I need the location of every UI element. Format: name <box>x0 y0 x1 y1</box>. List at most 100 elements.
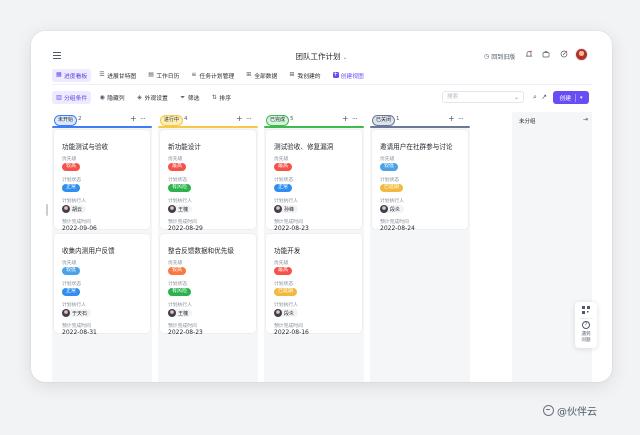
tab-gantt[interactable]: ☰ 进展甘特图 <box>95 69 140 82</box>
divider <box>579 318 593 319</box>
column-status-tag[interactable]: 已关闭 <box>372 115 396 126</box>
clock-icon: ◷ <box>484 53 490 60</box>
due-date: 2022-08-23 <box>168 329 203 336</box>
sort-button[interactable]: ⇅ 排序 <box>207 91 235 104</box>
kanban-icon: ▦ <box>56 71 62 78</box>
tab-task-plan[interactable]: ≡ 任务计划管理 <box>187 69 238 82</box>
search-input[interactable]: 搜索 ⌄ <box>442 91 524 103</box>
more-icon[interactable]: ··· <box>458 115 464 123</box>
back-to-old-version-button[interactable]: ◷ 回到旧版 <box>484 52 515 61</box>
assignee-chip[interactable]: 于天石 <box>62 309 92 317</box>
tab-calendar[interactable]: ▤ 工作日历 <box>144 69 183 82</box>
plan-status-label: 计划状态 <box>62 178 82 183</box>
collapse-icon[interactable]: ⇥ <box>583 116 588 123</box>
assignee-chip[interactable]: 王槐 <box>168 309 193 317</box>
card-title: 整合反馈数据和优先级 <box>168 247 234 255</box>
add-card-icon[interactable]: + <box>342 115 349 123</box>
hide-columns-button[interactable]: ◉ 隐藏列 <box>95 91 128 104</box>
more-icon[interactable]: ··· <box>352 115 358 123</box>
priority-badge: 较低 <box>380 163 399 171</box>
add-card-icon[interactable]: + <box>236 115 243 123</box>
task-card[interactable]: 功能测试与验收 优先级 较高 计划状态 正常 计划执行人 胡云 预计完成时间 2022-09-0… <box>54 130 150 232</box>
kanban-column: 已完成 5 + ··· 测试验收、修复漏洞 优先级 最高 计划状态 正常 计划执行人 孙峰 预计完成时… <box>264 112 364 382</box>
add-card-icon[interactable]: + <box>130 115 137 123</box>
tab-my-created[interactable]: ⊞ 我创建的 <box>285 69 324 82</box>
briefcase-icon[interactable] <box>541 50 550 59</box>
tab-all-data[interactable]: ⊞ 全部数据 <box>242 69 281 82</box>
plan-status-badge: 有风险 <box>168 288 192 296</box>
due-date-label: 预计完成时间 <box>274 324 303 329</box>
card-title: 邀请用户在社群参与讨论 <box>380 143 453 151</box>
logo-icon <box>543 405 554 416</box>
group-by-button[interactable]: ▥ 分组条件 <box>52 91 92 104</box>
qr-code-icon[interactable] <box>582 306 590 314</box>
search-icon[interactable]: ⌕ <box>531 93 539 101</box>
priority-badge: 最高 <box>168 163 187 171</box>
assignee-chip[interactable]: 王槐 <box>168 205 193 213</box>
assignee-name: 段炎 <box>390 206 401 213</box>
kanban-column: 进行中 4 + ··· 新功能设计 优先级 最高 计划状态 有风险 计划执行人 王槐 预计完成时间 20… <box>158 112 258 382</box>
assignee-chip[interactable]: 段炎 <box>380 205 405 213</box>
palette-icon: ◈ <box>137 94 142 101</box>
task-card[interactable]: 整合反馈数据和优先级 优先级 较高 计划状态 有风险 计划执行人 王槐 预计完成时间 2022-… <box>160 234 256 336</box>
due-date: 2022-08-29 <box>168 225 203 232</box>
column-body: 功能测试与验收 优先级 较高 计划状态 正常 计划执行人 胡云 预计完成时间 2022-09-0… <box>52 128 152 382</box>
assignee-name: 胡云 <box>72 206 83 213</box>
plan-status-badge: 正常 <box>274 184 293 192</box>
bell-icon[interactable] <box>524 50 533 59</box>
column-status-tag[interactable]: 进行中 <box>160 115 184 126</box>
assignee-label: 计划执行人 <box>380 199 404 204</box>
assignee-name: 王槐 <box>178 310 189 317</box>
user-avatar[interactable] <box>575 48 588 61</box>
task-card[interactable]: 新功能设计 优先级 最高 计划状态 有风险 计划执行人 王槐 预计完成时间 2022-08-29 <box>160 130 256 232</box>
plan-status-label: 计划状态 <box>168 282 188 287</box>
priority-label: 优先级 <box>380 157 395 162</box>
column-status-tag[interactable]: 未开始 <box>54 115 78 126</box>
assignee-chip[interactable]: 胡云 <box>62 205 87 213</box>
help-widget[interactable]: ? 遇到 问题 <box>575 302 597 348</box>
column-count: 5 <box>290 116 294 122</box>
priority-label: 优先级 <box>62 157 77 162</box>
assignee-label: 计划执行人 <box>62 199 86 204</box>
top-bar: 团队工作计划 ⌄ ◷ 回到旧版 <box>31 31 612 65</box>
column-status-tag[interactable]: 已完成 <box>266 115 290 126</box>
app-window: 团队工作计划 ⌄ ◷ 回到旧版 ▦ 进度看板 ☰ 进展甘特图 ▤ 工作日历 ≡ 任务计划管… <box>31 31 612 382</box>
tab-kanban[interactable]: ▦ 进度看板 <box>52 68 92 82</box>
card-title: 测试验收、修复漏洞 <box>274 143 334 151</box>
due-date-label: 预计完成时间 <box>274 220 303 225</box>
priority-badge: 较低 <box>62 267 81 275</box>
share-icon[interactable]: ↗ <box>540 93 548 101</box>
create-view-button[interactable]: + 创建视图 <box>329 69 368 82</box>
due-date-label: 预计完成时间 <box>62 220 91 225</box>
appearance-button[interactable]: ◈ 外观设置 <box>133 91 172 104</box>
more-icon[interactable]: ··· <box>246 115 252 123</box>
task-card[interactable]: 邀请用户在社群参与讨论 优先级 较低 计划状态 已延期 计划执行人 段炎 预计完成时间 2022… <box>372 130 468 232</box>
divider <box>52 84 592 85</box>
filter-button[interactable]: ⏷ 筛选 <box>176 91 204 104</box>
task-card[interactable]: 测试验收、修复漏洞 优先级 最高 计划状态 正常 计划执行人 孙峰 预计完成时间 2022-08… <box>266 130 362 232</box>
avatar <box>62 309 70 317</box>
create-button[interactable]: 创建 ▾ <box>553 91 589 104</box>
plus-icon: + <box>332 71 339 78</box>
plan-status-label: 计划状态 <box>274 178 294 183</box>
kanban-column: 已关闭 1 + ··· 邀请用户在社群参与讨论 优先级 较低 计划状态 已延期 计划执行人 段炎 预计… <box>370 112 470 382</box>
task-card[interactable]: 收集内测用户反馈 优先级 较低 计划状态 正常 计划执行人 于天石 预计完成时间 2022-08… <box>54 234 150 336</box>
due-date: 2022-08-16 <box>274 329 309 336</box>
task-card[interactable]: 功能开发 优先级 最高 计划状态 已延期 计划执行人 段炎 预计完成时间 2022-08-16 <box>266 234 362 336</box>
list-icon: ≡ <box>191 71 197 78</box>
grid-icon: ⊞ <box>246 71 252 78</box>
more-icon[interactable]: ··· <box>140 115 146 123</box>
assignee-label: 计划执行人 <box>274 199 298 204</box>
assignee-chip[interactable]: 段炎 <box>274 309 299 317</box>
edit-icon[interactable] <box>559 50 568 59</box>
priority-badge: 最高 <box>274 267 293 275</box>
assignee-chip[interactable]: 孙峰 <box>274 205 299 213</box>
group-icon: ▥ <box>56 94 62 101</box>
due-date-label: 预计完成时间 <box>380 220 409 225</box>
add-card-icon[interactable]: + <box>448 115 455 123</box>
page-title-text: 团队工作计划 <box>295 52 341 61</box>
due-date: 2022-08-31 <box>62 329 97 336</box>
assignee-label: 计划执行人 <box>168 199 192 204</box>
resize-handle[interactable] <box>46 204 48 216</box>
assignee-name: 孙峰 <box>284 206 295 213</box>
